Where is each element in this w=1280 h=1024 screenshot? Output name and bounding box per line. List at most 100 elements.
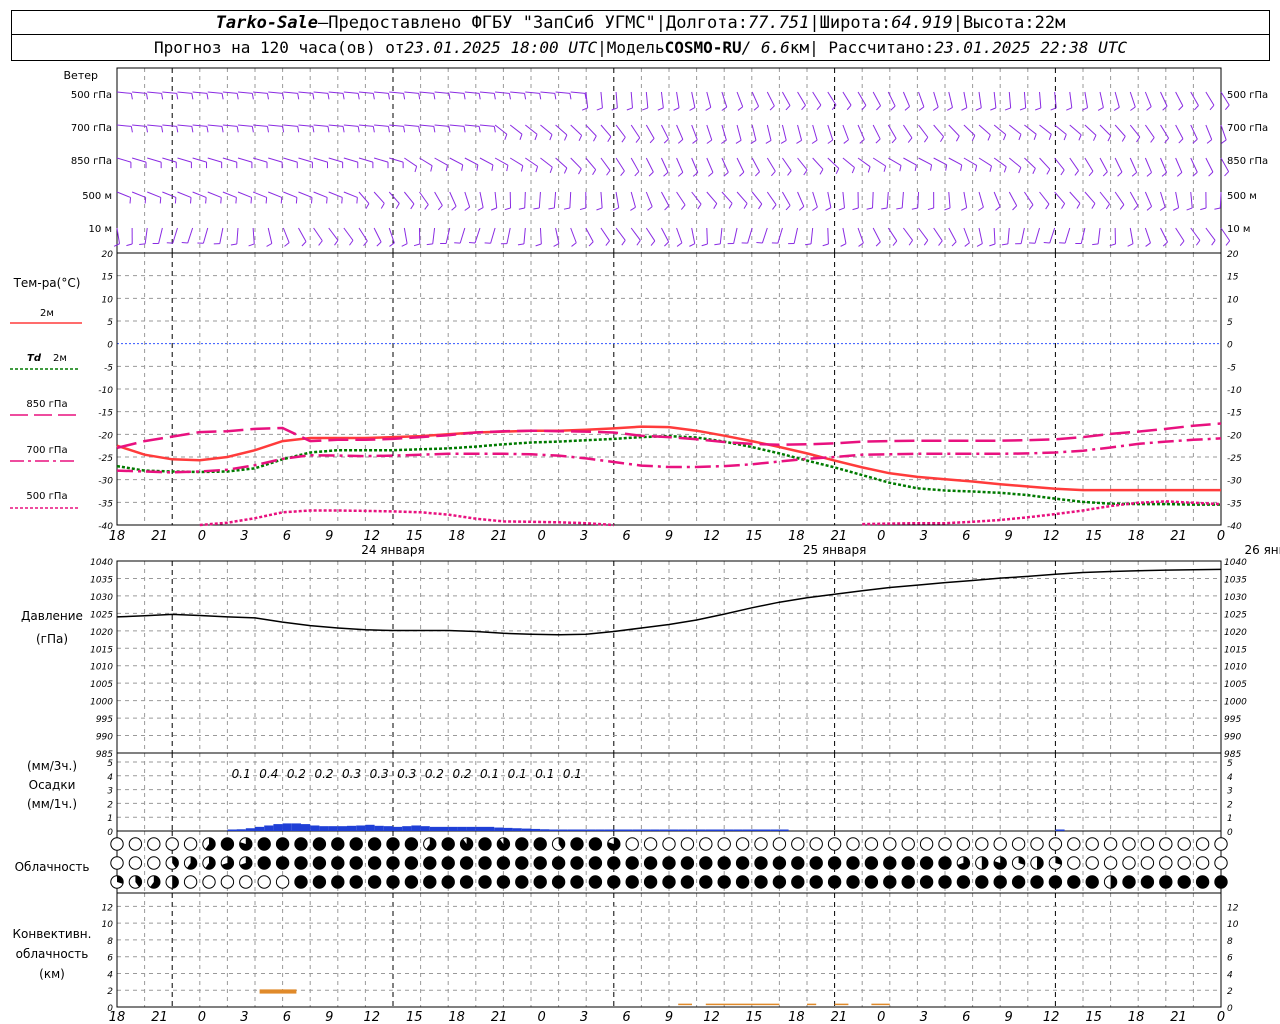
wind-barb-feather (282, 93, 285, 100)
cloud-symbol (883, 856, 897, 870)
cloud-fill (1049, 875, 1062, 889)
wind-barb (797, 191, 805, 207)
wind-barb (630, 124, 641, 139)
wind-barb-feather (1117, 171, 1123, 177)
wind-barb (1190, 124, 1198, 140)
wind-barb-feather (571, 242, 577, 247)
wind-barb (419, 91, 434, 94)
wind-barb-feather (463, 126, 466, 133)
cloud-symbol (183, 837, 198, 851)
pressure-tick-label: 1030 (90, 593, 113, 603)
convective-bar (807, 1003, 817, 1006)
precip-bar (347, 825, 357, 831)
wind-barb (842, 157, 855, 168)
wind-barb-feather (248, 243, 255, 247)
cloud-fill (981, 856, 988, 870)
wind-barb-feather (896, 207, 903, 210)
wind-barb (645, 91, 649, 108)
cloud-fill (570, 856, 584, 870)
wind-barb-feather (923, 240, 929, 246)
precip-unit-1h: (мм/1ч.) (27, 797, 77, 811)
wind-barb (706, 124, 713, 141)
wind-barb-feather (564, 134, 568, 141)
pressure-unit: (гПа) (36, 632, 68, 646)
cloud-symbol (680, 856, 695, 870)
legend-500-label: 500 гПа (26, 491, 67, 502)
cloud-symbol (423, 856, 437, 870)
wind-barb (1190, 157, 1198, 173)
wind-barb-feather (1092, 243, 1099, 246)
temp-tick-label: 10 (102, 295, 114, 305)
hour-tick-label: 21 (1170, 529, 1187, 544)
wind-barb-feather (883, 165, 887, 172)
cloud-symbol (735, 837, 750, 851)
wind-barb (1007, 227, 1010, 244)
wind-barb-feather (801, 104, 806, 111)
wind-barb-feather (356, 197, 358, 204)
cloud-symbol (331, 856, 345, 870)
precip-3h-label: 0.4 (259, 767, 278, 781)
wind-barb-feather (648, 171, 654, 177)
wind-barb (147, 191, 161, 198)
wind-barb (236, 227, 239, 244)
wind-barb-feather (578, 135, 583, 142)
cloud-fill (626, 856, 639, 870)
wind-barb-feather (357, 93, 360, 100)
wind-barb (432, 227, 436, 244)
cloud-symbol (809, 837, 823, 851)
hour-tick-label: 15 (1085, 529, 1102, 544)
wind-barb (963, 191, 968, 208)
cloud-fill (534, 875, 547, 889)
wind-barb (479, 124, 495, 127)
cloud-symbol (110, 837, 124, 851)
conv-tick-label: 12 (1227, 903, 1239, 913)
cloud-circle (1177, 837, 1191, 851)
wind-barb-feather (835, 168, 840, 175)
cloud-symbol (643, 837, 658, 851)
wind-barb-feather (221, 126, 224, 133)
cloud-circle (827, 837, 842, 851)
cloud-symbol (1011, 856, 1026, 870)
cloud-fill (313, 875, 326, 889)
cloud-symbol (1103, 856, 1118, 870)
wind-barb-feather (380, 203, 385, 209)
wind-barb (1144, 157, 1152, 173)
wind-barb-feather (960, 164, 963, 171)
cloud-symbol (331, 875, 345, 889)
wind-barb-feather (327, 93, 330, 100)
wind-barb (268, 157, 283, 163)
wind-barb-feather (282, 126, 285, 133)
wind-barb (404, 157, 417, 167)
wind-barb (570, 91, 586, 94)
wind-barb-feather (769, 105, 775, 111)
hour-tick-label: 9 (1005, 1010, 1013, 1024)
pressure-tick-label: 1005 (90, 680, 113, 690)
cloud-fill (570, 837, 584, 851)
wind-barb-feather (673, 107, 680, 111)
wind-barb (1008, 124, 1022, 135)
wind-barb (660, 191, 670, 207)
wind-barb (1023, 191, 1034, 206)
wind-barb (555, 124, 568, 136)
cloud-fill (368, 837, 381, 851)
wind-barb-feather (426, 243, 433, 246)
cloud-symbol (754, 856, 768, 870)
cloud-symbol (588, 837, 603, 851)
wind-barb (464, 191, 471, 208)
wind-barb (219, 227, 224, 244)
hour-tick-label: 3 (920, 529, 928, 544)
cloud-symbol (257, 837, 271, 851)
wind-barb-feather (266, 243, 273, 247)
convective-bar (834, 1003, 849, 1006)
precip-bar (301, 824, 311, 831)
cloud-symbol (202, 875, 216, 889)
wind-barb-feather (1146, 106, 1152, 111)
wind-barb-feather (891, 138, 897, 144)
precip-bar (531, 828, 541, 831)
wind-barb (827, 191, 832, 208)
cloud-symbol (864, 856, 879, 870)
wind-barb-feather (1048, 134, 1052, 141)
wind-barb-feather (945, 164, 948, 171)
wind-barb-feather (636, 240, 641, 246)
cloud-symbol (496, 837, 511, 851)
